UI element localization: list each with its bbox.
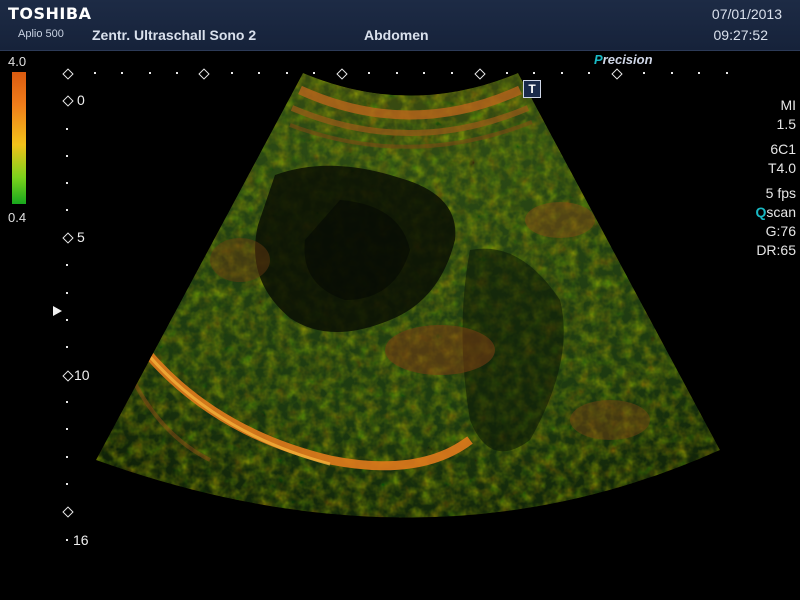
top-marker-dot xyxy=(671,72,673,74)
color-scale-min: 0.4 xyxy=(8,210,27,225)
depth-marker-dot xyxy=(66,401,68,403)
precision-label: Precision xyxy=(594,52,653,67)
ultrasound-image xyxy=(96,73,720,518)
depth-marker-dot xyxy=(66,182,68,184)
depth-label-5: 5 xyxy=(77,229,85,245)
transducer-orientation-icon: T xyxy=(523,80,541,98)
exam-time: 09:27:52 xyxy=(713,27,769,43)
header-bar: TOSHIBA Aplio 500 Zentr. Ultraschall Son… xyxy=(0,0,800,51)
device-model: Aplio 500 xyxy=(18,28,64,40)
top-marker-dot xyxy=(533,72,535,74)
top-marker-dot xyxy=(149,72,151,74)
top-marker-dot xyxy=(451,72,453,74)
frame-rate: 5 fps xyxy=(765,185,796,201)
top-marker-dot xyxy=(94,72,96,74)
depth-label-16: 16 xyxy=(73,532,89,548)
depth-marker-dot xyxy=(66,539,68,541)
top-marker-dot xyxy=(258,72,260,74)
gain-value: G:76 xyxy=(765,223,796,239)
depth-marker-dot xyxy=(66,428,68,430)
depth-marker-dot xyxy=(66,209,68,211)
top-marker-dot xyxy=(726,72,728,74)
depth-marker-dot xyxy=(66,456,68,458)
focus-position-icon xyxy=(53,306,62,316)
depth-marker-dot xyxy=(66,128,68,130)
color-scale-bar xyxy=(12,72,26,204)
qscan-rest: scan xyxy=(766,204,796,220)
qscan-label: Qscan xyxy=(726,203,796,222)
depth-marker-dot xyxy=(66,483,68,485)
top-marker-dot xyxy=(506,72,508,74)
top-marker-dot xyxy=(121,72,123,74)
exam-date: 07/01/2013 xyxy=(711,6,782,22)
top-marker-dot xyxy=(396,72,398,74)
top-marker-dot xyxy=(423,72,425,74)
top-marker-dot xyxy=(643,72,645,74)
depth-marker-dot xyxy=(66,155,68,157)
depth-marker-dot xyxy=(66,264,68,266)
depth-marker-dot xyxy=(66,292,68,294)
top-marker-dot xyxy=(286,72,288,74)
top-marker-dot xyxy=(313,72,315,74)
imaging-parameters: MI 1.5 6C1 T4.0 5 fps Qscan G:76 DR:65 xyxy=(726,96,796,260)
precision-rest: recision xyxy=(602,52,653,67)
depth-marker-dot xyxy=(66,319,68,321)
mi-value: 1.5 xyxy=(776,116,796,132)
top-marker-dot xyxy=(176,72,178,74)
top-marker-dot xyxy=(561,72,563,74)
precision-prefix: P xyxy=(594,52,603,67)
qscan-q: Q xyxy=(755,204,767,220)
brand-logo: TOSHIBA xyxy=(8,4,92,23)
depth-label-10: 10 xyxy=(74,367,90,383)
top-marker-dot xyxy=(231,72,233,74)
color-scale-max: 4.0 xyxy=(8,54,27,69)
top-marker-dot xyxy=(588,72,590,74)
depth-label-0: 0 xyxy=(77,92,85,108)
exam-type: Abdomen xyxy=(364,27,429,43)
mi-label: MI xyxy=(780,97,796,113)
probe-name: 6C1 xyxy=(770,141,796,157)
top-marker-dot xyxy=(698,72,700,74)
top-marker-dot xyxy=(368,72,370,74)
institution-name: Zentr. Ultraschall Sono 2 xyxy=(92,27,257,43)
depth-marker-dot xyxy=(66,346,68,348)
thermal-index: T4.0 xyxy=(767,160,796,176)
dynamic-range-value: DR:65 xyxy=(756,242,796,258)
